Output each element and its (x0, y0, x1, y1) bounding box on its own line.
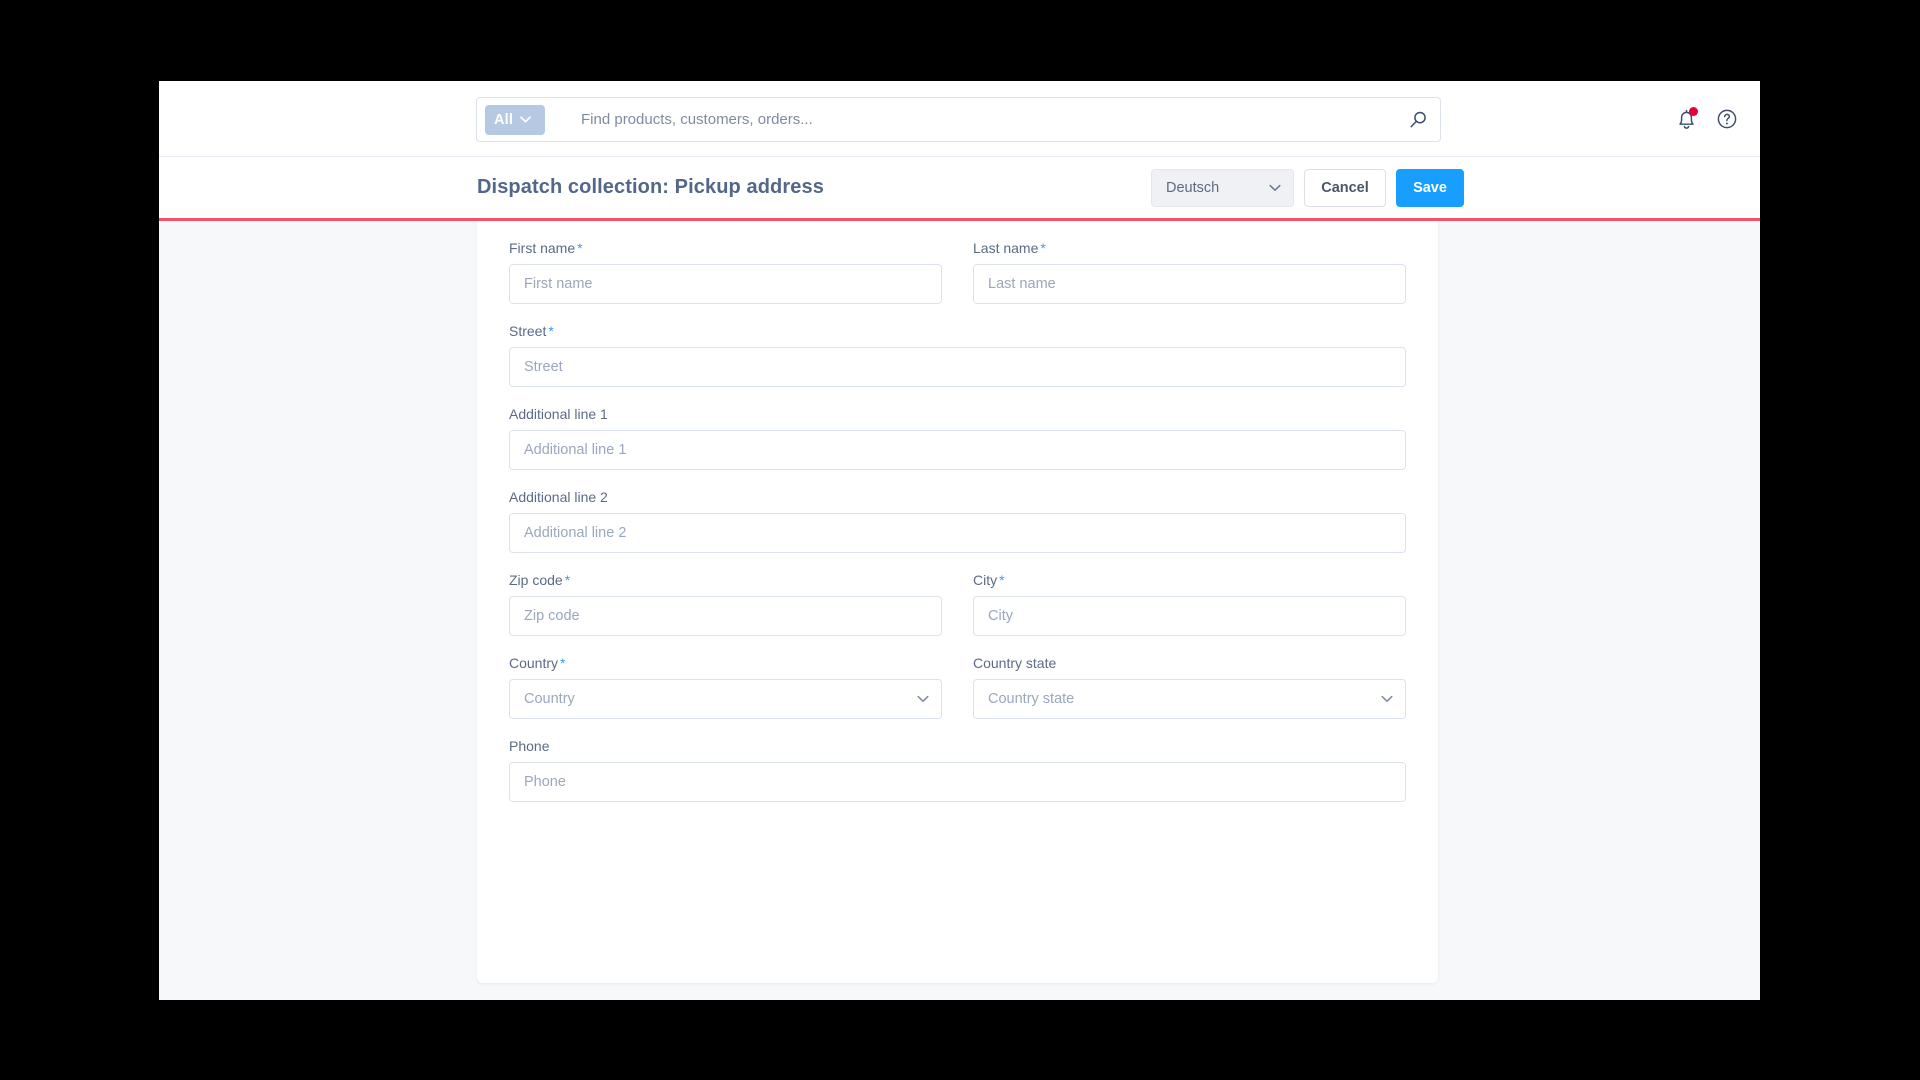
input-additional-line-2[interactable]: Additional line 2 (509, 513, 1406, 553)
field-label-first-name: First name * (509, 239, 942, 257)
field-label-text: First name (509, 240, 576, 256)
content-area: First name * First name Last name * Last name… (159, 221, 1760, 1000)
form-field-phone: Phone Phone (509, 737, 1406, 802)
field-label-text: City (973, 572, 998, 588)
required-asterisk: * (564, 572, 571, 588)
chevron-down-icon (520, 116, 531, 123)
input-zip-code[interactable]: Zip code (509, 596, 942, 636)
form-field-additional-line-2: Additional line 2 Additional line 2 (509, 488, 1406, 553)
placeholder-text: Phone (524, 774, 566, 790)
search-input[interactable] (545, 111, 1409, 128)
placeholder-text: Country (524, 691, 575, 707)
chevron-down-icon (1269, 180, 1281, 196)
chevron-down-icon (917, 695, 929, 703)
placeholder-text: First name (524, 276, 593, 292)
field-label-text: Phone (509, 738, 550, 754)
field-label-phone: Phone (509, 737, 1406, 755)
field-label-text: Additional line 1 (509, 406, 608, 422)
search-icon[interactable] (1409, 110, 1428, 129)
form-field-last-name: Last name * Last name (973, 239, 1406, 304)
field-label-country-state: Country state (973, 654, 1406, 672)
required-asterisk: * (560, 655, 566, 671)
form-field-additional-line-1: Additional line 1 Additional line 1 (509, 405, 1406, 470)
placeholder-text: Zip code (524, 608, 580, 624)
form-row: First name * First name Last name * Last name (509, 239, 1406, 304)
field-label-additional-line-1: Additional line 1 (509, 405, 1406, 423)
cancel-button[interactable]: Cancel (1304, 168, 1386, 207)
form-row: Additional line 1 Additional line 1 (509, 405, 1406, 470)
field-label-street: Street * (509, 322, 1406, 340)
form-field-country: Country * Country (509, 654, 942, 719)
placeholder-text: Additional line 2 (524, 525, 627, 541)
form-row: Street * Street (509, 322, 1406, 387)
field-label-text: Last name (973, 240, 1039, 256)
language-select-value: Deutsch (1166, 179, 1220, 196)
search-scope-label: All (494, 111, 514, 128)
field-label-last-name: Last name * (973, 239, 1406, 257)
field-label-zip-code: Zip code * (509, 571, 942, 589)
form-row: Phone Phone (509, 737, 1406, 802)
input-phone[interactable]: Phone (509, 762, 1406, 802)
bell-icon[interactable] (1676, 107, 1698, 130)
required-asterisk: * (548, 323, 554, 339)
help-circle-icon[interactable] (1716, 108, 1738, 130)
field-label-city: City * (973, 571, 1406, 589)
input-city[interactable]: City (973, 596, 1406, 636)
input-street[interactable]: Street (509, 347, 1406, 387)
global-topbar: All (159, 81, 1760, 157)
topbar-actions (1676, 81, 1738, 157)
required-asterisk: * (1040, 240, 1046, 256)
form-field-first-name: First name * First name (509, 239, 942, 304)
field-label-additional-line-2: Additional line 2 (509, 488, 1406, 506)
form-field-zip-code: Zip code * Zip code (509, 571, 942, 636)
form-row: Additional line 2 Additional line 2 (509, 488, 1406, 553)
header-actions: Deutsch Cancel Save (1151, 168, 1464, 207)
notification-badge-dot (1689, 107, 1698, 116)
global-search-bar[interactable]: All (476, 97, 1441, 142)
app-window: All Find products, customers, orders... … (159, 81, 1760, 1000)
form-field-country-state: Country state Country state (973, 654, 1406, 719)
search-scope-dropdown[interactable]: All (485, 104, 545, 135)
form-row: Zip code * Zip code City * City (509, 571, 1406, 636)
field-label-text: Street (509, 323, 547, 339)
field-label-text: Country (509, 655, 559, 671)
select-country[interactable]: Country (509, 679, 942, 719)
page-header: Dispatch collection: Pickup address Deut… (159, 157, 1760, 221)
field-label-text: Additional line 2 (509, 489, 608, 505)
pickup-address-form-card: First name * First name Last name * Last name… (477, 221, 1438, 983)
language-select[interactable]: Deutsch (1151, 168, 1294, 207)
input-first-name[interactable]: First name (509, 264, 942, 304)
placeholder-text: Last name (988, 276, 1056, 292)
placeholder-text: Street (524, 359, 563, 375)
field-label-text: Zip code (509, 572, 563, 588)
placeholder-text: City (988, 608, 1013, 624)
required-asterisk: * (999, 572, 1005, 588)
save-button[interactable]: Save (1396, 168, 1464, 207)
input-additional-line-1[interactable]: Additional line 1 (509, 430, 1406, 470)
required-asterisk: * (577, 240, 583, 256)
input-last-name[interactable]: Last name (973, 264, 1406, 304)
form-field-street: Street * Street (509, 322, 1406, 387)
form-row: Country * Country Country state Country stat… (509, 654, 1406, 719)
field-label-country: Country * (509, 654, 942, 672)
placeholder-text: Country state (988, 691, 1075, 707)
select-country-state[interactable]: Country state (973, 679, 1406, 719)
form-field-city: City * City (973, 571, 1406, 636)
chevron-down-icon (1381, 695, 1393, 703)
placeholder-text: Additional line 1 (524, 442, 627, 458)
page-title: Dispatch collection: Pickup address (477, 176, 824, 198)
field-label-text: Country state (973, 655, 1057, 671)
